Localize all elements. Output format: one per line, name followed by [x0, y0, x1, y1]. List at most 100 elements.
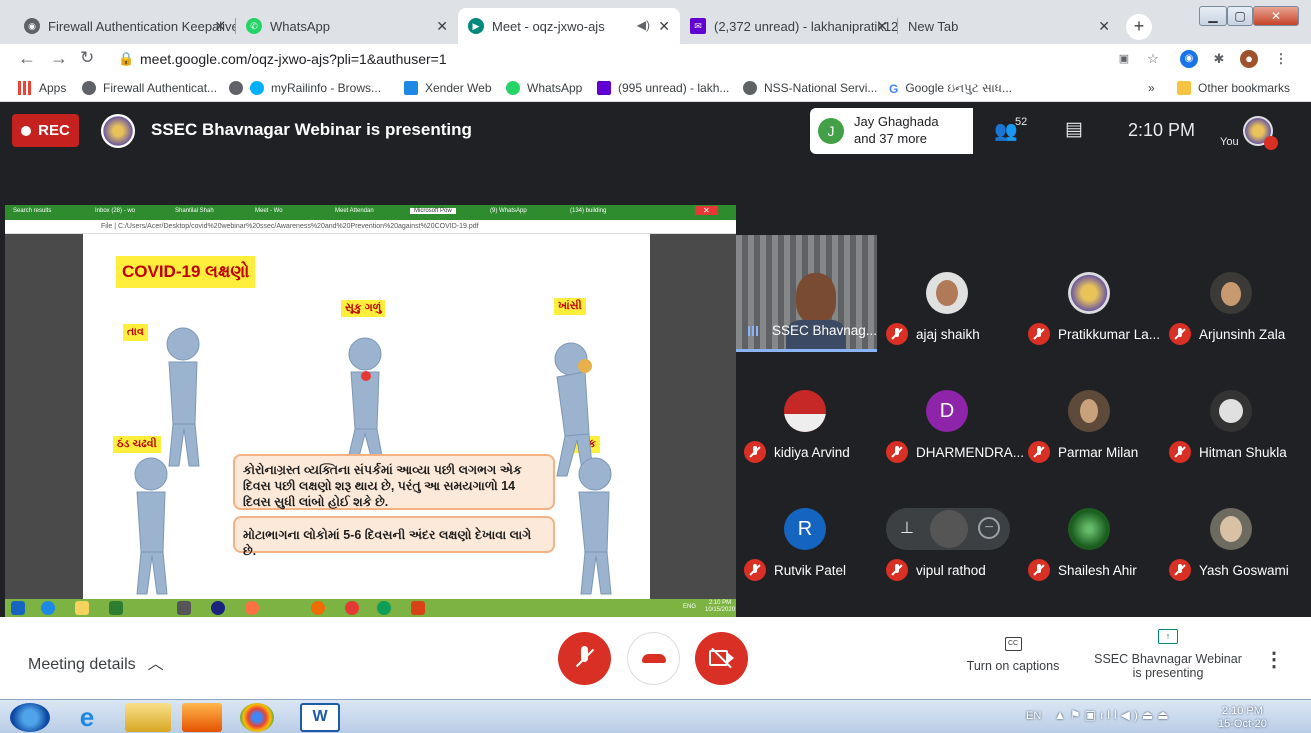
bookmark-google-input[interactable]: G Google ઇનપુટ સાધ...: [889, 81, 1012, 96]
participant-label-yash[interactable]: Yash Goswami: [1169, 559, 1289, 581]
chrome-icon: [345, 601, 359, 615]
globe-icon: [229, 81, 243, 95]
participant-label-presenter: SSEC Bhavnag...: [746, 323, 877, 338]
new-tab-button[interactable]: +: [1126, 14, 1152, 40]
participant-label-rutvik[interactable]: Rutvik Patel: [744, 559, 846, 581]
camera-toggle-button[interactable]: [695, 632, 748, 685]
pin-icon[interactable]: ⊥: [900, 518, 914, 538]
tab-new[interactable]: New Tab ✕: [898, 8, 1120, 44]
speaking-indicator-icon: [748, 325, 760, 336]
participant-label-arjunsinh[interactable]: Arjunsinh Zala: [1169, 323, 1285, 345]
participants-summary[interactable]: Jay Ghaghada and 37 more: [854, 113, 939, 147]
start-button[interactable]: [10, 703, 50, 732]
participant-label-kidiya[interactable]: kidiya Arvind: [744, 441, 850, 463]
url-field[interactable]: meet.google.com/oqz-jxwo-ajs?pli=1&authu…: [140, 51, 447, 67]
tray-icons[interactable]: ▲⚑▣ıll◀)⏏⏏: [1054, 708, 1173, 722]
mic-off-icon: [1169, 323, 1191, 345]
window-close-button[interactable]: ✕: [1253, 6, 1299, 26]
lock-icon[interactable]: 🔒: [118, 51, 134, 67]
avatar-rutvik: R: [784, 508, 826, 550]
chrome-icon[interactable]: [240, 703, 274, 732]
close-tab-icon[interactable]: ✕: [876, 18, 888, 35]
firefox-icon: [245, 601, 259, 615]
leave-call-button[interactable]: [627, 632, 680, 685]
bookmark-nss[interactable]: NSS-National Servi...: [743, 81, 877, 95]
menu-dots-icon[interactable]: ⋮: [1272, 50, 1290, 68]
tab-meet[interactable]: ▶ Meet - oqz-jxwo-ajs ◀) ✕: [458, 8, 680, 44]
bookmark-myrailinfo[interactable]: myRailinfo - Brows...: [229, 81, 381, 95]
participant-label-dharmendra[interactable]: DHARMENDRA...: [886, 441, 1024, 463]
self-mic-off-icon: [1264, 136, 1278, 150]
bookmarks-bar: Apps Firewall Authenticat... myRailinfo …: [0, 75, 1311, 102]
forward-icon[interactable]: →: [50, 48, 68, 69]
ie-icon[interactable]: e: [64, 703, 110, 732]
whatsapp-icon: [506, 81, 520, 95]
bookmark-apps[interactable]: Apps: [18, 81, 66, 95]
bookmark-firewall[interactable]: Firewall Authenticat...: [82, 81, 217, 95]
mic-off-icon: [1169, 559, 1191, 581]
language-indicator[interactable]: EN: [1026, 710, 1041, 722]
extension-icon[interactable]: ◉: [1180, 50, 1198, 68]
meeting-details-button[interactable]: Meeting details ︿: [28, 650, 164, 674]
mic-off-icon: [1028, 559, 1050, 581]
participant-label-shailesh[interactable]: Shailesh Ahir: [1028, 559, 1137, 581]
mic-off-icon: [1169, 441, 1191, 463]
folder-icon: [1177, 81, 1191, 95]
tab-mail[interactable]: ✉ (2,372 unread) - lakhanipratik12 ✕: [680, 8, 898, 44]
star-icon[interactable]: ☆: [1144, 50, 1162, 68]
participant-label-parmar[interactable]: Parmar Milan: [1028, 441, 1138, 463]
presenter-avatar: [101, 114, 135, 148]
maximize-button[interactable]: ▢: [1227, 6, 1253, 26]
other-bookmarks[interactable]: Other bookmarks: [1177, 81, 1290, 95]
participant-label-pratikkumar[interactable]: Pratikkumar La...: [1028, 323, 1160, 345]
more-options-icon[interactable]: ⋮: [1264, 647, 1284, 672]
taskbar-clock[interactable]: 2:10 PM 15-Oct-20: [1218, 705, 1267, 731]
screen: ◉ Firewall Authentication Keepalive ✕ ✆ …: [0, 0, 1311, 733]
meet-controls-bar: Meeting details ︿ CC Turn on captions ↑ S…: [0, 617, 1311, 699]
remove-icon[interactable]: −: [978, 517, 1000, 539]
profile-avatar[interactable]: ●: [1240, 50, 1258, 68]
avatar-kidiya: [784, 390, 826, 432]
bookmark-xender[interactable]: Xender Web: [404, 81, 492, 95]
presenting-title: SSEC Bhavnagar Webinar is presenting: [151, 120, 472, 139]
apps-grid-icon: [18, 81, 32, 95]
whatsapp-icon: ✆: [246, 18, 262, 34]
speaker-icon[interactable]: ◀): [637, 18, 650, 32]
google-icon: G: [889, 81, 899, 96]
mic-off-icon: [744, 441, 766, 463]
camera-icon[interactable]: ▣: [1115, 50, 1133, 68]
media-player-icon[interactable]: [182, 703, 222, 732]
close-tab-icon[interactable]: ✕: [214, 18, 226, 35]
avatar-arjunsinh: [1210, 272, 1252, 314]
bookmarks-overflow-button[interactable]: »: [1148, 81, 1155, 95]
mic-toggle-button[interactable]: [558, 632, 611, 685]
close-tab-icon[interactable]: ✕: [436, 18, 448, 35]
windows-taskbar: e W EN ▲⚑▣ıll◀)⏏⏏ 2:10 PM 15-Oct-20: [0, 699, 1311, 733]
address-bar: ← → ↻ 🔒 meet.google.com/oqz-jxwo-ajs?pli…: [0, 44, 1311, 75]
avatar-dharmendra: D: [926, 390, 968, 432]
mute-participant-icon[interactable]: [930, 510, 968, 548]
back-icon[interactable]: ←: [18, 48, 36, 69]
participant-avatar-j: J: [818, 118, 844, 144]
recording-badge: REC: [12, 114, 79, 147]
tab-firewall[interactable]: ◉ Firewall Authentication Keepalive ✕: [14, 8, 236, 44]
minimize-button[interactable]: ▁: [1199, 6, 1227, 26]
captions-button[interactable]: CC Turn on captions: [958, 637, 1068, 673]
explorer-icon: [75, 601, 89, 615]
presenting-indicator[interactable]: ↑ SSEC Bhavnagar Webinar is presenting: [1090, 629, 1246, 680]
word-icon[interactable]: W: [300, 703, 340, 732]
participant-label-hitman[interactable]: Hitman Shukla: [1169, 441, 1287, 463]
close-tab-icon[interactable]: ✕: [1098, 18, 1110, 35]
participant-label-ajaj[interactable]: ajaj shaikh: [886, 323, 980, 345]
reload-icon[interactable]: ↻: [80, 48, 94, 68]
participant-label-vipul[interactable]: vipul rathod: [886, 559, 986, 581]
puzzle-icon[interactable]: ✱: [1210, 50, 1228, 68]
chat-icon[interactable]: ▤: [1065, 118, 1083, 141]
meet-stage: REC SSEC Bhavnagar Webinar is presenting…: [0, 102, 1311, 699]
close-tab-icon[interactable]: ✕: [658, 18, 670, 35]
file-explorer-icon[interactable]: [125, 703, 171, 732]
bookmark-mail[interactable]: (995 unread) - lakh...: [597, 81, 729, 95]
mic-off-icon: [744, 559, 766, 581]
bookmark-whatsapp[interactable]: WhatsApp: [506, 81, 582, 95]
tab-whatsapp[interactable]: ✆ WhatsApp ✕: [236, 8, 458, 44]
